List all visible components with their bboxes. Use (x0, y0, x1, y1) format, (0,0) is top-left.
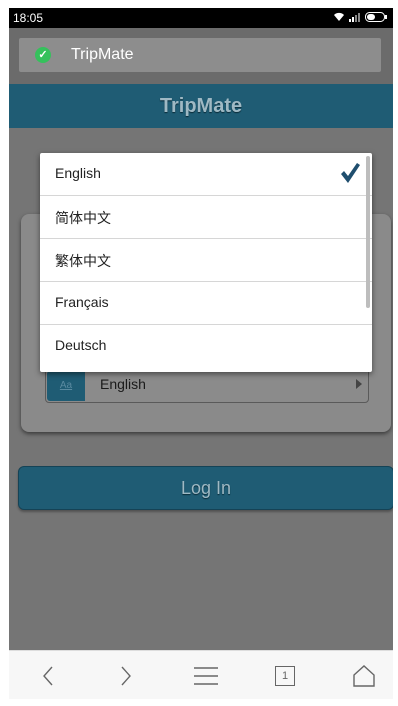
tab-count: 1 (275, 665, 295, 686)
status-icons (333, 12, 387, 24)
forward-icon[interactable] (101, 651, 151, 699)
app-title: TripMate (159, 95, 243, 117)
language-option-label: 繁体中文 (55, 253, 111, 269)
dropdown-scrollbar[interactable] (366, 156, 370, 308)
browser-title-bar: ✓ TripMate (9, 28, 393, 92)
chevron-right-icon (356, 379, 362, 389)
status-bar: 18:05 (9, 8, 393, 28)
status-time: 18:05 (13, 11, 44, 25)
bottom-nav: 1 (9, 650, 393, 699)
app-header: TripMate (9, 84, 393, 128)
check-circle-icon: ✓ (35, 47, 51, 63)
checkmark-icon (340, 161, 360, 185)
language-icon: Aa (47, 371, 85, 401)
menu-icon[interactable] (181, 651, 231, 699)
browser-title-box[interactable]: ✓ TripMate (19, 38, 381, 72)
language-select-value: English (100, 376, 146, 392)
language-option-label: Deutsch (55, 337, 107, 353)
battery-icon (365, 9, 387, 27)
language-option-traditional-chinese[interactable]: 繁体中文 (40, 239, 372, 282)
language-option-english[interactable]: English (40, 153, 372, 196)
tabs-icon[interactable]: 1 (260, 651, 310, 699)
language-option-french[interactable]: Français (40, 282, 372, 325)
language-dropdown: English 简体中文 繁体中文 Français Deutsch (40, 153, 372, 372)
language-select[interactable]: Aa English (45, 369, 369, 403)
language-option-label: English (55, 165, 101, 181)
language-option-german[interactable]: Deutsch (40, 325, 372, 367)
wifi-icon (333, 9, 345, 27)
language-option-label: Français (55, 294, 109, 310)
back-icon[interactable] (23, 651, 73, 699)
login-button[interactable]: Log In (18, 466, 393, 510)
language-option-simplified-chinese[interactable]: 简体中文 (40, 196, 372, 239)
language-option-label: 简体中文 (55, 210, 111, 226)
browser-title: TripMate (71, 46, 134, 63)
signal-icon (349, 9, 361, 27)
screen: 18:05 ✓ TripMate TripMate Aa English Log… (9, 8, 393, 699)
home-icon[interactable] (339, 651, 389, 699)
